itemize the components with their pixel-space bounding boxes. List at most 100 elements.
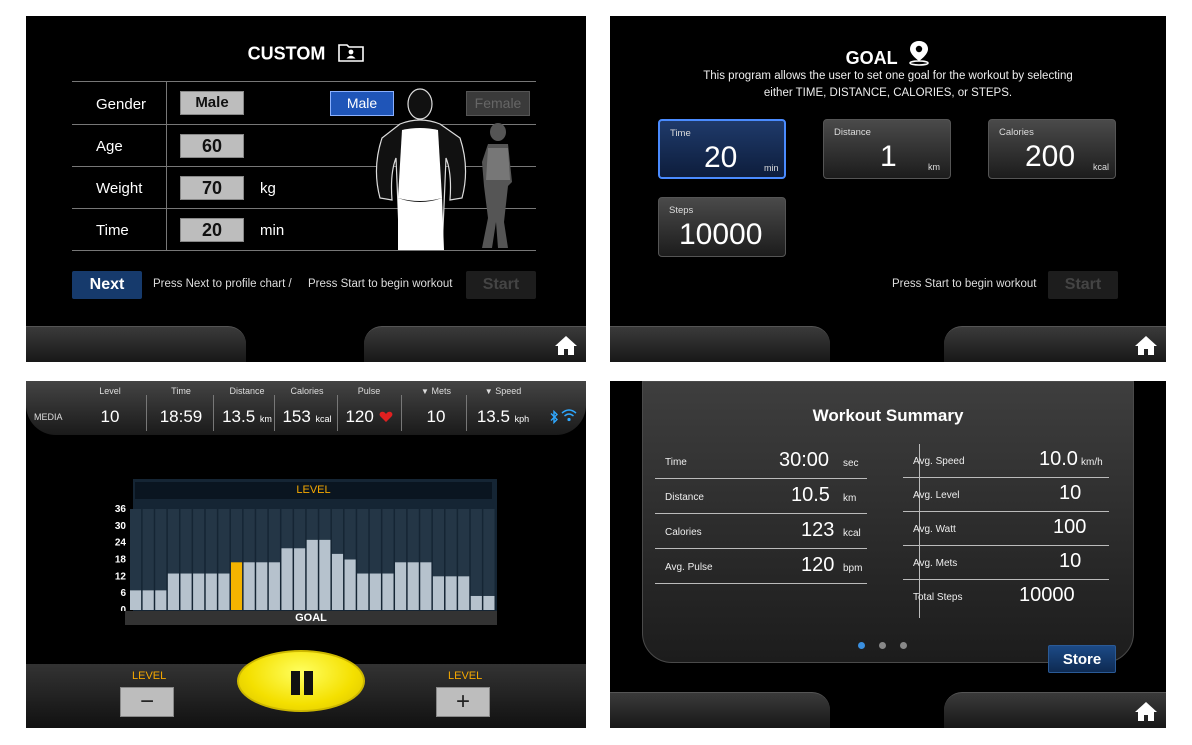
level-bar [218, 573, 230, 610]
chart-footer: GOAL [125, 611, 497, 625]
pause-icon [304, 671, 313, 695]
stat-distance: Distance 13.5 km [222, 386, 272, 426]
summary-row-avg-level: Avg. Level 10 [903, 478, 1109, 512]
divider [72, 81, 536, 82]
next-button[interactable]: Next [72, 271, 142, 299]
level-bar [331, 553, 344, 610]
bottom-bar-left [610, 692, 830, 728]
divider [146, 395, 147, 431]
pause-button[interactable] [237, 650, 365, 712]
summary-title: Workout Summary [812, 406, 964, 425]
age-value[interactable]: 60 [180, 134, 244, 158]
stat-calories: Calories 153 kcal [282, 386, 332, 426]
level-bar [268, 562, 280, 610]
bottom-bar-right [944, 326, 1166, 362]
hint-start: Press Start to begin workout [892, 278, 1037, 290]
y-tick-label: 18 [115, 555, 127, 566]
weight-label: Weight [96, 180, 143, 197]
summary-row-distance: Distance 10.5 km [655, 480, 867, 514]
summary-row-calories: Calories 123 kcal [655, 515, 867, 549]
bottom-bar-left [26, 326, 246, 362]
level-left-label: LEVEL [132, 670, 167, 682]
y-tick-label: 30 [115, 521, 127, 532]
page-dot-active[interactable] [858, 642, 865, 649]
level-right-label: LEVEL [448, 670, 483, 682]
gender-value[interactable]: Male [180, 91, 244, 115]
y-tick-label: 6 [120, 588, 126, 599]
bottom-bar-left [610, 326, 830, 362]
level-bar [294, 548, 306, 610]
chart-column-bg [470, 509, 482, 610]
level-bar [205, 573, 217, 610]
goal-card-steps[interactable]: Steps 10000 [658, 197, 786, 257]
level-bar [180, 573, 192, 610]
pause-icon [291, 671, 300, 695]
level-bar [458, 576, 470, 610]
profile-folder-icon [338, 42, 365, 67]
level-plus-button[interactable]: + [436, 687, 490, 717]
hint-start: Press Start to begin workout [308, 278, 453, 290]
stat-speed[interactable]: ▼ Speed 13.5 kph [467, 386, 539, 432]
level-bar [369, 573, 381, 610]
home-icon[interactable] [1134, 700, 1158, 722]
page-indicator [858, 636, 921, 654]
bottom-bar-right [364, 326, 586, 362]
location-pin-icon [909, 41, 930, 66]
dropdown-arrow-icon: ▼ [421, 387, 429, 396]
summary-row-time: Time 30:00 sec [655, 445, 867, 479]
level-bar [155, 590, 167, 610]
home-icon[interactable] [554, 334, 578, 356]
level-bar [243, 562, 255, 610]
media-button[interactable]: MEDIA [34, 412, 63, 422]
level-bar [130, 590, 142, 610]
goal-description: This program allows the user to set one … [703, 70, 1073, 99]
stat-pulse: Pulse 120 [338, 386, 400, 432]
chart-column-bg [483, 509, 495, 610]
custom-screen: CUSTOM Gender Age Weight Time Male 60 70… [26, 16, 586, 362]
page-dot[interactable] [879, 642, 886, 649]
weight-value[interactable]: 70 [180, 176, 244, 200]
time-label: Time [96, 222, 129, 239]
chart-header: LEVEL [135, 482, 492, 499]
stat-level: Level 10 [99, 386, 121, 426]
divider [72, 250, 536, 251]
wifi-icon [561, 409, 577, 422]
bluetooth-icon [550, 410, 558, 424]
level-bar [344, 559, 356, 610]
level-bar [167, 573, 179, 610]
page-dot[interactable] [900, 642, 907, 649]
summary-row-avg-watt: Avg. Watt 100 [903, 512, 1109, 546]
start-button[interactable]: Start [466, 271, 536, 299]
goal-card-distance[interactable]: Distance 1 km [823, 119, 951, 179]
female-figure-icon [482, 123, 512, 248]
weight-unit: kg [260, 180, 276, 197]
level-bar [470, 595, 482, 610]
start-button[interactable]: Start [1048, 271, 1118, 299]
y-tick-label: 12 [115, 571, 127, 582]
stat-mets[interactable]: ▼ Mets 10 [402, 386, 470, 432]
bottom-bar-right [944, 692, 1166, 728]
summary-row-avg-speed: Avg. Speed 10.0 km/h [903, 444, 1109, 478]
level-bar [420, 562, 432, 610]
goal-card-calories[interactable]: Calories 200 kcal [988, 119, 1116, 179]
level-bar [357, 573, 369, 610]
custom-title: CUSTOM [26, 42, 586, 67]
goal-screen: GOAL This program allows the user to set… [610, 16, 1166, 362]
workout-screen: MEDIA Level 10 Time 18:59 Distance 13.5 … [26, 381, 586, 728]
level-bar [256, 562, 268, 610]
time-value[interactable]: 20 [180, 218, 244, 242]
store-button[interactable]: Store [1048, 645, 1116, 673]
goal-title: GOAL [610, 40, 1166, 69]
level-minus-button[interactable]: − [120, 687, 174, 717]
level-bar [382, 573, 394, 610]
level-bar [483, 595, 495, 610]
level-bar [193, 573, 205, 610]
home-icon[interactable] [1134, 334, 1158, 356]
goal-card-time[interactable]: Time 20 min [658, 119, 786, 179]
level-bar [407, 562, 419, 610]
level-bar [432, 576, 445, 610]
level-bar [395, 562, 407, 610]
level-bar [445, 576, 457, 610]
level-bar [142, 590, 154, 610]
summary-box: Workout Summary Time 30:00 sec Distance … [642, 381, 1134, 663]
